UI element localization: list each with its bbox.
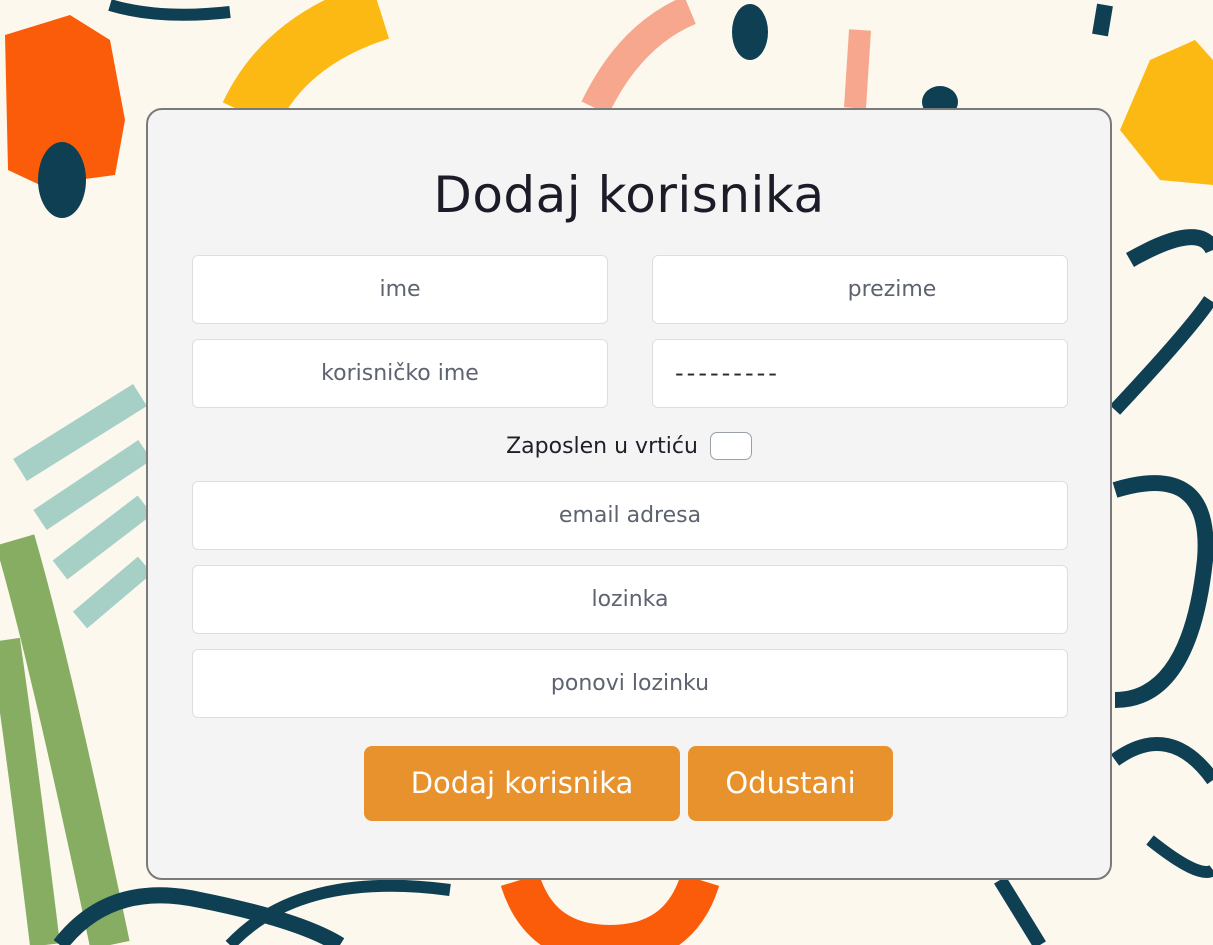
employed-checkbox[interactable]: [709, 432, 752, 460]
page-background: Dodaj korisnika ime prezime korisničko i…: [0, 0, 1213, 945]
add-user-card: Dodaj korisnika ime prezime korisničko i…: [146, 108, 1112, 880]
form-title: Dodaj korisnika: [433, 166, 825, 224]
add-user-button[interactable]: Dodaj korisnika: [364, 746, 680, 821]
username-input[interactable]: korisničko ime: [192, 339, 608, 408]
repeat-password-input[interactable]: ponovi lozinku: [192, 649, 1068, 718]
employed-checkbox-row: Zaposlen u vrtiću: [148, 426, 1110, 466]
employed-checkbox-label: Zaposlen u vrtiću: [506, 433, 698, 459]
last-name-input[interactable]: prezime: [652, 255, 1068, 324]
first-name-input[interactable]: ime: [192, 255, 608, 324]
email-input[interactable]: email adresa: [192, 481, 1068, 550]
second-row-right-input[interactable]: ---------: [652, 339, 1068, 408]
password-input[interactable]: lozinka: [192, 565, 1068, 634]
cancel-button[interactable]: Odustani: [688, 746, 893, 821]
